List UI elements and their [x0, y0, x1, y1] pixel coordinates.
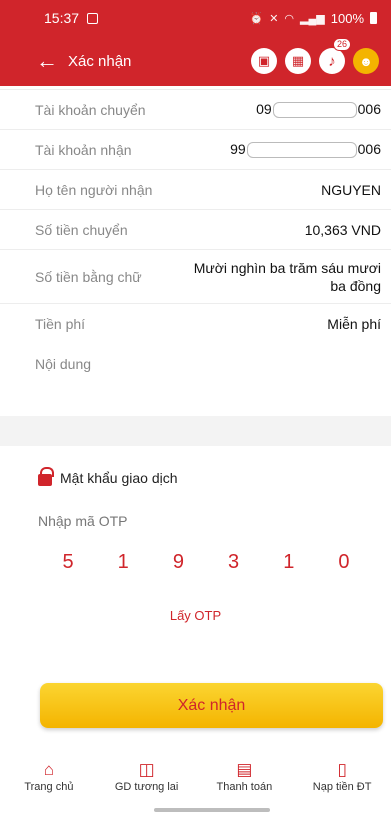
nav-future-label: GD tương lai: [114, 781, 179, 793]
gallery-notification-icon: [87, 12, 99, 24]
otp-input-label: Nhập mã OTP: [38, 513, 128, 529]
destination-account-value: 99 006: [230, 140, 381, 159]
fee-value: Miễn phí: [327, 316, 381, 332]
bill-icon: ▤: [236, 760, 253, 779]
nav-home-label: Trang chủ: [24, 781, 74, 793]
amount-label: Số tiền chuyển: [35, 221, 128, 238]
transaction-details: Tài khoản chuyển 09 006 Tài khoản nhận 99…: [0, 86, 391, 412]
recipient-name-label: Họ tên người nhận: [35, 181, 153, 198]
otp-digit-3[interactable]: 9: [166, 551, 190, 574]
destination-account-prefix: 99: [230, 140, 246, 157]
confirm-button[interactable]: Xác nhận: [40, 683, 383, 728]
phone-topup-icon: ▯: [337, 760, 347, 779]
nav-home[interactable]: ⌂ Trang chủ: [4, 759, 94, 793]
amount-value: 10,363 VND: [304, 221, 381, 238]
transaction-password-heading: Mật khẩu giao dịch: [38, 467, 178, 486]
gesture-home-bar[interactable]: [154, 808, 270, 812]
status-icons: ⏰ ✕ ◠ ▂▄▆ 100%: [249, 10, 377, 26]
get-otp-link[interactable]: Lấy OTP: [0, 608, 391, 623]
row-content: Nội dung: [0, 344, 391, 384]
signal-icon: ▂▄▆: [300, 12, 325, 25]
mute-icon: ✕: [269, 12, 279, 25]
status-bar: 15:37 ⏰ ✕ ◠ ▂▄▆ 100%: [0, 0, 391, 36]
masked-digits: [272, 102, 357, 119]
notification-badge: 26: [332, 38, 351, 51]
row-amount: Số tiền chuyển 10,363 VND: [0, 210, 391, 250]
wifi-icon: ◠: [284, 12, 295, 25]
notification-bell-icon[interactable]: ♪ 26: [319, 38, 351, 74]
amount-words-label: Số tiền bằng chữ: [35, 268, 142, 285]
amount-words-value: Mười nghìn ba trăm sáu mươi ba đồng: [193, 259, 381, 294]
row-recipient-name: Họ tên người nhận NGUYEN: [0, 170, 391, 210]
source-account-label: Tài khoản chuyển: [35, 101, 146, 118]
battery-icon: [370, 12, 377, 24]
nav-payment[interactable]: ▤ Thanh toán: [199, 759, 289, 793]
source-account-suffix: 006: [357, 100, 381, 117]
otp-digit-1[interactable]: 5: [56, 551, 80, 574]
scheduled-transfer-icon: ◫: [138, 760, 155, 779]
nav-payment-label: Thanh toán: [216, 781, 273, 793]
destination-account-label: Tài khoản nhận: [35, 141, 132, 158]
otp-digit-4[interactable]: 3: [222, 551, 246, 574]
lock-icon: [38, 467, 54, 486]
otp-section: Mật khẩu giao dịch Nhập mã OTP 5 1 9 3 1…: [0, 446, 391, 656]
nav-future-transactions[interactable]: ◫ GD tương lai: [102, 759, 192, 793]
section-divider: [0, 416, 391, 446]
otp-input[interactable]: 5 1 9 3 1 0: [56, 551, 356, 574]
otp-digit-2[interactable]: 1: [111, 551, 135, 574]
transaction-password-label: Mật khẩu giao dịch: [60, 470, 178, 486]
destination-account-suffix: 006: [357, 140, 381, 157]
app-header: ← Xác nhận ▣ ▦ ♪ 26 ☻: [0, 36, 391, 86]
masked-digits: [246, 142, 357, 159]
status-time: 15:37: [44, 10, 80, 26]
fee-label: Tiền phí: [35, 316, 86, 332]
source-account-prefix: 09: [256, 100, 272, 117]
row-source-account: Tài khoản chuyển 09 006: [0, 90, 391, 130]
bell-glyph-icon: ♪: [328, 52, 336, 70]
row-amount-words: Số tiền bằng chữ Mười nghìn ba trăm sáu …: [0, 250, 391, 304]
nav-topup[interactable]: ▯ Nạp tiền ĐT: [297, 759, 387, 793]
row-fee: Tiền phí Miễn phí: [0, 304, 391, 344]
nav-topup-label: Nạp tiền ĐT: [312, 781, 372, 793]
page-title: Xác nhận: [68, 52, 132, 70]
source-account-value: 09 006: [256, 100, 381, 119]
battery-percent: 100%: [330, 10, 364, 26]
row-destination-account: Tài khoản nhận 99 006: [0, 130, 391, 170]
header-actions: ▣ ▦ ♪ 26 ☻: [251, 38, 379, 74]
home-icon: ⌂: [43, 760, 55, 779]
bus-card-icon[interactable]: ▣: [251, 48, 277, 74]
otp-digit-5[interactable]: 1: [277, 551, 301, 574]
reward-icon[interactable]: ☻: [353, 48, 379, 74]
recipient-name-value: NGUYEN: [321, 181, 381, 198]
back-arrow-icon[interactable]: ←: [36, 50, 58, 72]
qr-code-icon[interactable]: ▦: [285, 48, 311, 74]
alarm-icon: ⏰: [249, 12, 264, 25]
content-label: Nội dung: [35, 356, 92, 372]
otp-digit-6[interactable]: 0: [332, 551, 356, 574]
